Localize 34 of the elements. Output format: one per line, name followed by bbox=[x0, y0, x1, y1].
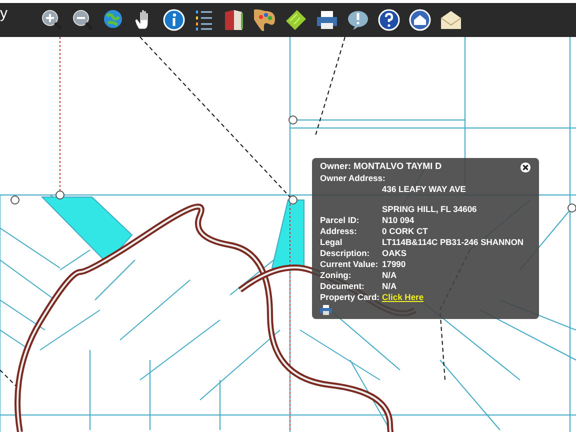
field-label: Parcel ID: bbox=[320, 215, 360, 226]
print-icon[interactable] bbox=[320, 305, 332, 315]
field-value: N10 094 bbox=[382, 215, 416, 226]
close-icon[interactable] bbox=[520, 162, 531, 173]
envelope-icon[interactable] bbox=[440, 9, 462, 31]
field-value: N/A bbox=[382, 281, 398, 292]
field-value: N/A bbox=[382, 270, 398, 281]
property-card-link[interactable]: Click Here bbox=[382, 292, 424, 303]
field-value: 436 LEAFY WAY AVE bbox=[382, 184, 466, 195]
book-icon[interactable] bbox=[223, 9, 245, 31]
alert-bubble-icon[interactable] bbox=[347, 9, 369, 31]
printer-icon[interactable] bbox=[316, 9, 338, 31]
field-label: Legal Description: bbox=[320, 237, 371, 259]
legend-list-icon[interactable] bbox=[194, 9, 214, 31]
zoom-in-icon[interactable] bbox=[41, 9, 63, 31]
app-title: y bbox=[0, 4, 8, 24]
info-icon[interactable] bbox=[163, 9, 185, 31]
field-label: Current Value: bbox=[320, 259, 380, 270]
field-value: SPRING HILL, FL 34606 bbox=[382, 204, 477, 215]
field-label: Address: bbox=[320, 226, 358, 237]
field-value: 17990 bbox=[382, 259, 407, 270]
palette-icon[interactable] bbox=[254, 9, 276, 31]
help-icon[interactable] bbox=[378, 9, 400, 31]
globe-icon[interactable] bbox=[103, 9, 125, 31]
zoom-out-icon[interactable] bbox=[72, 9, 94, 31]
map-sheet-icon[interactable] bbox=[285, 9, 307, 31]
field-label: Document: bbox=[320, 281, 366, 292]
owner-title: Owner: MONTALVO TAYMI D bbox=[320, 161, 442, 172]
home-icon[interactable] bbox=[409, 9, 431, 31]
field-value: 0 CORK CT bbox=[382, 226, 429, 237]
field-label: Owner Address: bbox=[320, 173, 386, 184]
field-label: Zoning: bbox=[320, 270, 352, 281]
field-value: LT114B&114C PB31-246 SHANNON OAKS bbox=[382, 237, 525, 259]
field-label: Property Card: bbox=[320, 292, 381, 303]
